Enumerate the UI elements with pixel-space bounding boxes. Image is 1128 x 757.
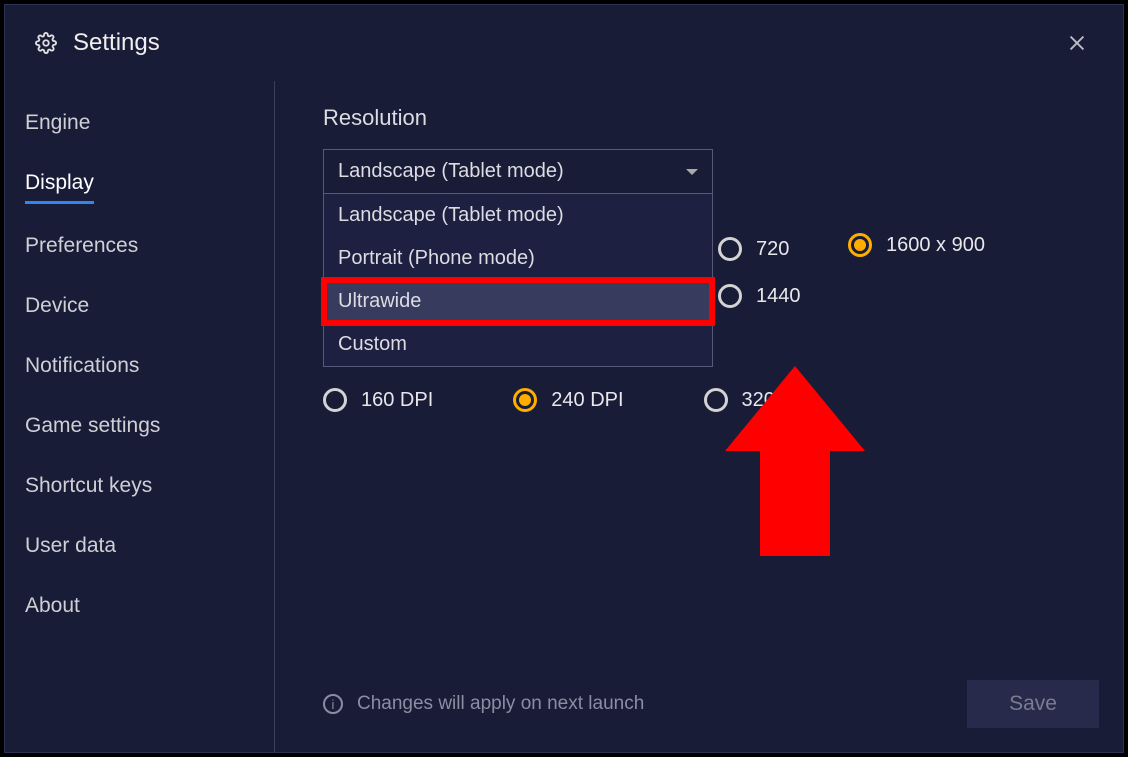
dropdown-option-portrait[interactable]: Portrait (Phone mode) [324,237,712,280]
radio-icon [323,388,347,412]
close-button[interactable] [1057,23,1097,63]
main-panel: Resolution 720 1600 x 900 1440 La [275,81,1123,752]
dpi-radios: 160 DPI 240 DPI 320 DPI [323,388,1099,412]
sidebar-item-game-settings[interactable]: Game settings [25,414,160,444]
body: Engine Display Preferences Device Notifi… [5,81,1123,752]
save-button[interactable]: Save [967,680,1099,728]
settings-window: Settings Engine Display Preferences Devi… [4,4,1124,753]
dropdown-option-custom[interactable]: Custom [324,323,712,366]
chevron-down-icon [686,169,698,175]
radio-icon [704,388,728,412]
sidebar-item-notifications[interactable]: Notifications [25,354,139,384]
radio-label: 240 DPI [551,389,623,412]
sidebar: Engine Display Preferences Device Notifi… [5,81,275,752]
sidebar-item-about[interactable]: About [25,594,80,624]
resolution-radio-1440[interactable]: 1440 [718,284,801,308]
dropdown-option-label: Ultrawide [338,290,421,312]
radio-icon [718,237,742,261]
radio-label: 160 DPI [361,389,433,412]
info-icon: i [323,694,343,714]
sidebar-item-user-data[interactable]: User data [25,534,116,564]
dropdown-selected-label: Landscape (Tablet mode) [338,160,564,183]
dropdown-selected[interactable]: Landscape (Tablet mode) [323,149,713,194]
dpi-radio-240[interactable]: 240 DPI [513,388,623,412]
sidebar-item-device[interactable]: Device [25,294,89,324]
dropdown-option-landscape[interactable]: Landscape (Tablet mode) [324,194,712,237]
dropdown-list: Landscape (Tablet mode) Portrait (Phone … [323,193,713,367]
radio-icon [848,233,872,257]
info-text: Changes will apply on next launch [357,693,644,715]
radio-label: 1600 x 900 [886,234,985,257]
dpi-radio-160[interactable]: 160 DPI [323,388,433,412]
window-title: Settings [73,29,160,57]
radio-label: 320 DPI [742,389,814,412]
resolution-mode-dropdown[interactable]: Landscape (Tablet mode) Landscape (Table… [323,149,713,194]
sidebar-item-preferences[interactable]: Preferences [25,234,138,264]
radio-label: 720 [756,238,789,261]
gear-icon [35,32,57,54]
footer: i Changes will apply on next launch Save [323,660,1099,728]
radio-icon [718,284,742,308]
sidebar-item-shortcut-keys[interactable]: Shortcut keys [25,474,152,504]
resolution-section-title: Resolution [323,105,1099,131]
dropdown-option-ultrawide[interactable]: Ultrawide [324,280,712,323]
sidebar-item-engine[interactable]: Engine [25,111,90,141]
resolution-radio-1600x900[interactable]: 1600 x 900 [848,233,985,257]
titlebar: Settings [5,5,1123,81]
dpi-radio-320[interactable]: 320 DPI [704,388,814,412]
resolution-radio-720[interactable]: 720 [718,237,789,261]
radio-icon [513,388,537,412]
sidebar-item-display[interactable]: Display [25,171,94,204]
radio-label: 1440 [756,285,801,308]
